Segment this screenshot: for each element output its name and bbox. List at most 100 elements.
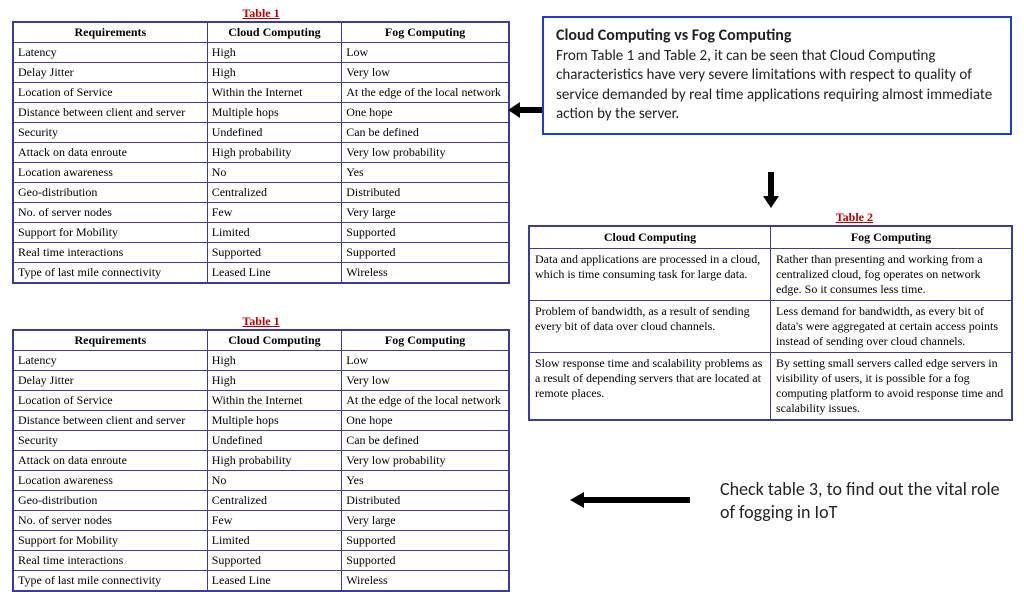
table-cell: At the edge of the local network — [342, 391, 509, 411]
table-row: Geo-distributionCentralizedDistributed — [13, 491, 509, 511]
table-cell: Type of last mile connectivity — [13, 263, 207, 284]
table-cell: Distributed — [342, 491, 509, 511]
table-cell: One hope — [342, 411, 509, 431]
table2-caption: Table 2 — [528, 210, 1013, 225]
table-cell: Low — [342, 351, 509, 371]
table-cell: Real time interactions — [13, 243, 207, 263]
table-cell: Centralized — [207, 491, 342, 511]
table-row: LatencyHighLow — [13, 351, 509, 371]
note-text: Check table 3, to find out the vital rol… — [720, 478, 1010, 525]
table-cell: Attack on data enroute — [13, 143, 207, 163]
table-cell: Latency — [13, 43, 207, 63]
table-cell: Supported — [342, 551, 509, 571]
table-cell: Few — [207, 203, 342, 223]
table-row: SecurityUndefinedCan be defined — [13, 431, 509, 451]
table-cell: High — [207, 63, 342, 83]
table1b-header: Fog Computing — [342, 330, 509, 351]
table-cell: Yes — [342, 163, 509, 183]
table-row: No. of server nodesFewVery large — [13, 203, 509, 223]
table-cell: Limited — [207, 531, 342, 551]
table-row: Type of last mile connectivityLeased Lin… — [13, 263, 509, 284]
table1b-caption: Table 1 — [12, 314, 510, 329]
arrow-left-icon — [570, 490, 690, 510]
table-cell: Undefined — [207, 431, 342, 451]
table-row: Support for MobilityLimitedSupported — [13, 531, 509, 551]
table-cell: High probability — [207, 451, 342, 471]
table-cell: Data and applications are processed in a… — [529, 249, 771, 301]
table-cell: Very large — [342, 511, 509, 531]
table-cell: Yes — [342, 471, 509, 491]
table1-header: Requirements — [13, 22, 207, 43]
table-row: Type of last mile connectivityLeased Lin… — [13, 571, 509, 592]
table-row: Delay JitterHighVery low — [13, 63, 509, 83]
table-cell: Wireless — [342, 571, 509, 592]
table-row: Data and applications are processed in a… — [529, 249, 1012, 301]
table-cell: Delay Jitter — [13, 371, 207, 391]
table2-header: Cloud Computing — [529, 226, 771, 249]
table-cell: No. of server nodes — [13, 511, 207, 531]
table1b: Requirements Cloud Computing Fog Computi… — [12, 329, 510, 592]
table-row: Location awarenessNoYes — [13, 163, 509, 183]
table1b-body: LatencyHighLowDelay JitterHighVery lowLo… — [13, 351, 509, 592]
table-cell: By setting small servers called edge ser… — [771, 353, 1013, 421]
table-cell: High — [207, 43, 342, 63]
table-cell: Support for Mobility — [13, 223, 207, 243]
table2-header: Fog Computing — [771, 226, 1013, 249]
table-cell: High probability — [207, 143, 342, 163]
table-cell: Can be defined — [342, 123, 509, 143]
table-cell: Real time interactions — [13, 551, 207, 571]
table-row: Real time interactionsSupportedSupported — [13, 243, 509, 263]
table-row: Location awarenessNoYes — [13, 471, 509, 491]
table-cell: Security — [13, 123, 207, 143]
table-cell: Rather than presenting and working from … — [771, 249, 1013, 301]
table-cell: Distance between client and server — [13, 411, 207, 431]
table-cell: Location of Service — [13, 391, 207, 411]
table1-header: Cloud Computing — [207, 22, 342, 43]
table-cell: Less demand for bandwidth, as every bit … — [771, 301, 1013, 353]
table2-container: Table 2 Cloud Computing Fog Computing Da… — [528, 210, 1013, 421]
table-cell: Very large — [342, 203, 509, 223]
table-cell: Limited — [207, 223, 342, 243]
table-cell: One hope — [342, 103, 509, 123]
table-cell: High — [207, 351, 342, 371]
table-cell: Supported — [207, 551, 342, 571]
table-cell: Supported — [207, 243, 342, 263]
info-box: Cloud Computing vs Fog Computing From Ta… — [542, 16, 1012, 135]
arrow-down-icon — [761, 172, 781, 208]
table-cell: No — [207, 163, 342, 183]
table-cell: Type of last mile connectivity — [13, 571, 207, 592]
table-cell: Support for Mobility — [13, 531, 207, 551]
table-cell: Within the Internet — [207, 83, 342, 103]
table-row: Attack on data enrouteHigh probabilityVe… — [13, 143, 509, 163]
table-row: Problem of bandwidth, as a result of sen… — [529, 301, 1012, 353]
table-cell: Attack on data enroute — [13, 451, 207, 471]
table1-container: Table 1 Requirements Cloud Computing Fog… — [12, 6, 510, 284]
table-cell: Leased Line — [207, 571, 342, 592]
info-box-title: Cloud Computing vs Fog Computing — [556, 26, 791, 45]
table-cell: No. of server nodes — [13, 203, 207, 223]
table-cell: High — [207, 371, 342, 391]
table1b-container: Table 1 Requirements Cloud Computing Fog… — [12, 314, 510, 592]
table-cell: Centralized — [207, 183, 342, 203]
table1-caption: Table 1 — [12, 6, 510, 21]
table-row: Real time interactionsSupportedSupported — [13, 551, 509, 571]
table-cell: At the edge of the local network — [342, 83, 509, 103]
arrow-left-icon — [508, 100, 542, 120]
table-cell: Latency — [13, 351, 207, 371]
table-cell: Distance between client and server — [13, 103, 207, 123]
table-row: Distance between client and serverMultip… — [13, 103, 509, 123]
table-row: LatencyHighLow — [13, 43, 509, 63]
table-cell: Very low probability — [342, 143, 509, 163]
table-cell: Location awareness — [13, 471, 207, 491]
table-cell: Multiple hops — [207, 411, 342, 431]
table-cell: Geo-distribution — [13, 491, 207, 511]
table-cell: Multiple hops — [207, 103, 342, 123]
table-cell: Location of Service — [13, 83, 207, 103]
table-row: No. of server nodesFewVery large — [13, 511, 509, 531]
table-cell: Distributed — [342, 183, 509, 203]
table1b-header: Cloud Computing — [207, 330, 342, 351]
table-row: Slow response time and scalability probl… — [529, 353, 1012, 421]
table2-body: Data and applications are processed in a… — [529, 249, 1012, 421]
table-cell: Delay Jitter — [13, 63, 207, 83]
table-row: SecurityUndefinedCan be defined — [13, 123, 509, 143]
